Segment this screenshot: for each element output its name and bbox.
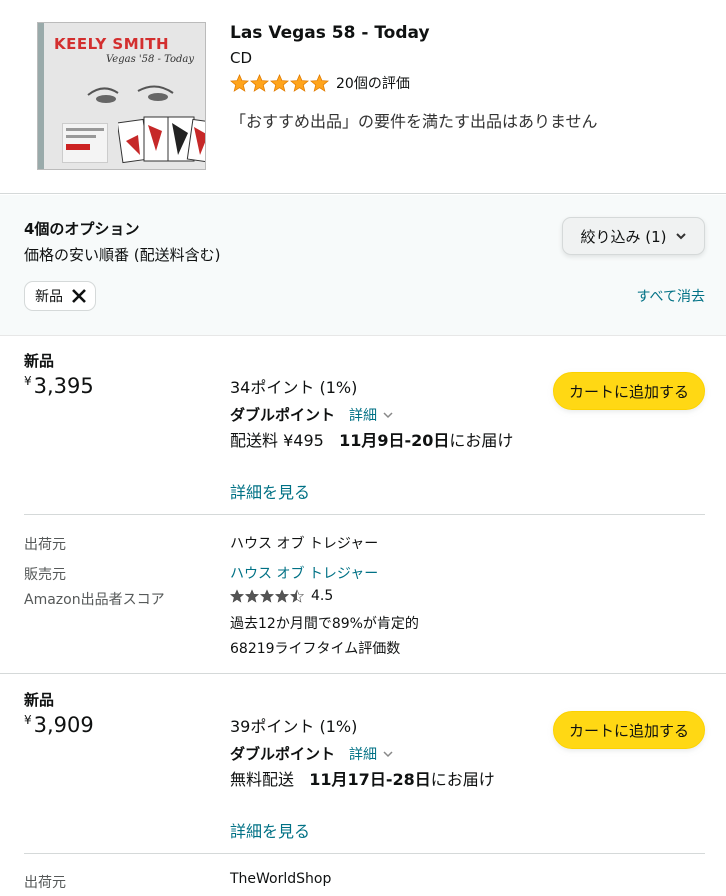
delivery-date: 11月9日-20日 [339,431,450,450]
price-amount: 3,395 [33,374,94,398]
double-point-label: ダブルポイント [230,745,336,763]
clear-all-link[interactable]: すべて消去 [637,286,705,306]
double-point-detail-link[interactable]: 詳細 [349,405,377,425]
offer-condition: 新品 [24,691,55,709]
seller-score-label: Amazon出品者スコア [24,592,165,608]
currency-symbol: ¥ [24,713,32,727]
star-icon [230,589,244,603]
star-icon [290,74,309,92]
offer-divider [24,853,705,854]
rating-stars [230,74,330,92]
offers-filter-bar: 4個のオプション 価格の安い順番 (配送料含む) 絞り込み (1) 新品 すべて… [0,195,726,336]
delivery-suffix: にお届け [449,431,514,450]
price-amount: 3,909 [33,713,94,737]
close-icon[interactable] [71,288,87,304]
filter-chip-new[interactable]: 新品 [24,281,96,311]
chevron-down-icon[interactable] [383,410,393,420]
currency-symbol: ¥ [24,374,32,388]
filter-chip-label: 新品 [35,289,63,305]
seller-score: 4.5 [230,588,333,604]
cover-album-text: Vegas '58 - Today [106,54,195,65]
chevron-down-icon[interactable] [383,749,393,759]
see-details-link[interactable]: 詳細を見る [230,479,310,503]
double-point-detail-link[interactable]: 詳細 [349,744,377,764]
add-to-cart-button[interactable]: カートに追加する [553,711,705,749]
shipping-fee: 無料配送 [230,770,295,789]
product-title[interactable]: Las Vegas 58 - Today [230,23,430,43]
chevron-down-icon [675,233,686,240]
rating-count: 20個の評価 [336,76,410,92]
add-to-cart-button[interactable]: カートに追加する [553,372,705,410]
seller-positive-rate: 過去12か月間で89%が肯定的 [230,616,419,632]
product-rating[interactable]: 20個の評価 [230,73,410,93]
shipping-fee: 配送料 ¥495 [230,431,324,450]
cover-sticker [62,123,108,163]
offer-price: ¥3,909 [24,713,94,737]
delivery-suffix: にお届け [430,770,495,789]
star-icon [290,589,304,603]
product-format: CD [230,49,253,67]
seller-lifetime-ratings: 68219ライフタイム評価数 [230,641,401,657]
star-icon [260,589,274,603]
seller-label: 販売元 [24,567,66,583]
shipper-name: TheWorldShop [230,871,332,887]
shipper-label: 出荷元 [24,875,66,891]
offer-points: 39ポイント (1%) [230,717,358,736]
cover-cards-illustration [118,116,205,164]
see-details-link[interactable]: 詳細を見る [230,818,310,842]
album-cover-image[interactable]: KEELY SMITH Vegas '58 - Today [37,22,206,170]
offer-separator [0,673,726,674]
offer-card: 新品 ¥3,909 39ポイント (1%) ダブルポイント 詳細 無料配送 11… [0,675,726,896]
filter-button-label: 絞り込み (1) [580,227,667,246]
sort-label: 価格の安い順番 (配送料含む) [24,246,221,264]
double-point-label: ダブルポイント [230,406,336,424]
delivery-info: 配送料 ¥495 11月9日-20日にお届け [230,429,520,453]
double-point-row: ダブルポイント 詳細 [230,404,393,425]
product-header: KEELY SMITH Vegas '58 - Today Las Vegas … [0,0,726,194]
delivery-date: 11月17日-28日 [309,770,431,789]
star-icon [270,74,289,92]
star-icon [250,74,269,92]
seller-link[interactable]: ハウス オブ トレジャー [230,563,378,583]
star-icon [310,74,329,92]
options-count: 4個のオプション [24,220,140,238]
delivery-info: 無料配送 11月17日-28日にお届け [230,768,512,792]
shipper-label: 出荷元 [24,537,66,553]
cover-artist-text: KEELY SMITH [54,35,170,53]
offer-divider [24,514,705,515]
shipper-name: ハウス オブ トレジャー [230,536,379,552]
offer-price: ¥3,395 [24,374,94,398]
offer-card: 新品 ¥3,395 34ポイント (1%) ダブルポイント 詳細 配送料 ¥49… [0,336,726,673]
featured-offer-notice: 「おすすめ出品」の要件を満たす出品はありません [230,112,598,131]
offer-condition: 新品 [24,352,55,370]
offer-points: 34ポイント (1%) [230,378,358,397]
filter-button[interactable]: 絞り込み (1) [562,217,705,255]
double-point-row: ダブルポイント 詳細 [230,743,393,764]
case-spine [38,23,44,169]
seller-score-value: 4.5 [311,588,334,604]
cover-face-illustration [87,85,174,103]
star-icon [230,74,249,92]
star-icon [245,589,259,603]
seller-score-stars [230,589,305,603]
star-icon [275,589,289,603]
